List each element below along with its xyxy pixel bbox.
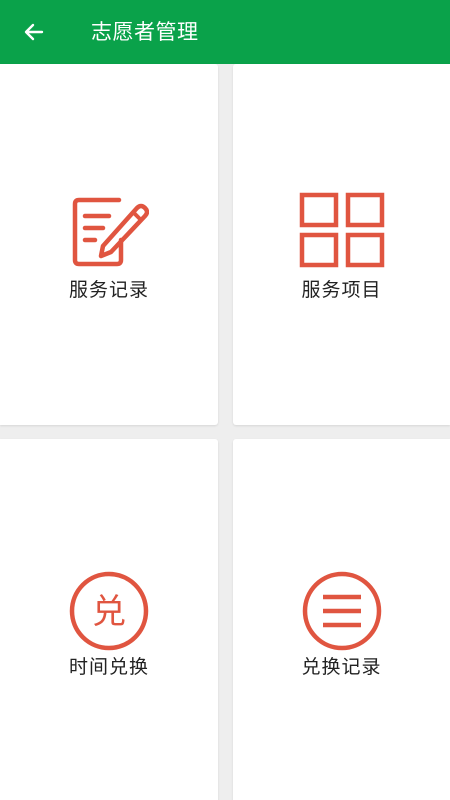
menu-item-exchange-records[interactable]: 兑换记录 bbox=[233, 439, 450, 800]
edit-document-icon bbox=[72, 197, 149, 267]
menu-item-label: 兑换记录 bbox=[301, 656, 382, 678]
list-circle-icon bbox=[302, 571, 381, 651]
back-button[interactable] bbox=[14, 14, 54, 50]
exchange-badge-icon: 兑 bbox=[69, 571, 149, 651]
app-bar: 志愿者管理 bbox=[0, 0, 450, 64]
grid-icon bbox=[299, 192, 384, 268]
menu-item-service-projects[interactable]: 服务项目 bbox=[233, 64, 450, 425]
menu-item-label: 服务记录 bbox=[68, 279, 149, 301]
menu-grid: 服务记录 服务项目 兑 时间兑换 兑换记录 bbox=[0, 64, 450, 800]
page-title: 志愿者管理 bbox=[91, 20, 199, 44]
menu-item-label: 服务项目 bbox=[301, 279, 382, 301]
menu-item-time-exchange[interactable]: 兑 时间兑换 bbox=[0, 439, 218, 800]
menu-item-service-records[interactable]: 服务记录 bbox=[0, 64, 218, 425]
menu-item-label: 时间兑换 bbox=[68, 656, 149, 678]
badge-char: 兑 bbox=[92, 592, 126, 632]
arrow-left-icon bbox=[24, 23, 44, 41]
